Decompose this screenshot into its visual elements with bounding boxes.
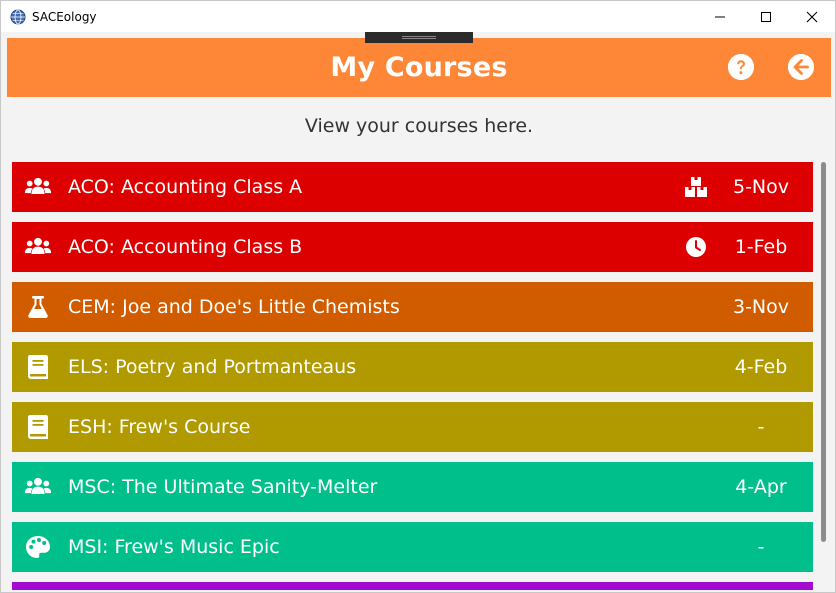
minimize-button[interactable] [697, 1, 743, 32]
course-date: 4-Apr [735, 476, 787, 498]
scrollbar[interactable] [821, 162, 826, 542]
close-icon [806, 11, 818, 22]
globe-icon [10, 9, 26, 25]
app-header: My Courses [7, 38, 831, 97]
course-row-cem[interactable]: CEM: Joe and Doe's Little Chemists 3-Nov [12, 282, 813, 332]
boxes-icon [684, 176, 708, 198]
close-button[interactable] [789, 1, 835, 32]
course-name: ESH: Frew's Course [68, 416, 251, 438]
course-row-msc[interactable]: MSC: The Ultimate Sanity-Melter 4-Apr [12, 462, 813, 512]
minimize-icon [715, 16, 725, 17]
page-subtitle: View your courses here. [304, 115, 534, 137]
users-icon [24, 234, 52, 260]
course-date: 4-Feb [734, 356, 788, 378]
course-name: ACO: Accounting Class A [68, 176, 303, 198]
window-title: SACEology [32, 9, 97, 24]
book-icon [24, 354, 52, 380]
palette-icon [24, 534, 52, 560]
course-row-msi[interactable]: MSI: Frew's Music Epic - [12, 522, 813, 572]
maximize-icon [761, 11, 771, 22]
title-bar[interactable]: SACEology [1, 1, 835, 32]
course-date: - [757, 416, 765, 438]
course-row-aco-a[interactable]: ACO: Accounting Class A 5-Nov [12, 162, 813, 212]
clock-icon [684, 236, 708, 258]
course-name: MSI: Frew's Music Epic [68, 536, 280, 558]
help-button[interactable] [728, 54, 754, 80]
course-date: 5-Nov [732, 176, 790, 198]
course-name: CEM: Joe and Doe's Little Chemists [68, 296, 400, 318]
course-name: ACO: Accounting Class B [68, 236, 303, 258]
help-circle-icon [728, 54, 754, 80]
course-name: ELS: Poetry and Portmanteaus [68, 356, 357, 378]
course-row-esh[interactable]: ESH: Frew's Course - [12, 402, 813, 452]
users-icon [24, 474, 52, 500]
course-row-els[interactable]: ELS: Poetry and Portmanteaus 4-Feb [12, 342, 813, 392]
course-row-partial[interactable] [12, 582, 813, 590]
back-arrow-circle-icon [788, 54, 814, 80]
book-icon [24, 414, 52, 440]
app-window: SACEology My Courses View your courses h… [0, 0, 836, 593]
course-date: - [757, 536, 765, 558]
course-date: 3-Nov [732, 296, 790, 318]
back-button[interactable] [788, 54, 814, 80]
grip-lines [402, 36, 436, 39]
flask-icon [24, 294, 52, 320]
course-row-aco-b[interactable]: ACO: Accounting Class B 1-Feb [12, 222, 813, 272]
users-icon [24, 174, 52, 200]
maximize-button[interactable] [743, 1, 789, 32]
course-date: 1-Feb [734, 236, 788, 258]
course-name: MSC: The Ultimate Sanity-Melter [68, 476, 378, 498]
drag-handle[interactable] [365, 32, 473, 43]
page-title: My Courses [330, 52, 508, 83]
